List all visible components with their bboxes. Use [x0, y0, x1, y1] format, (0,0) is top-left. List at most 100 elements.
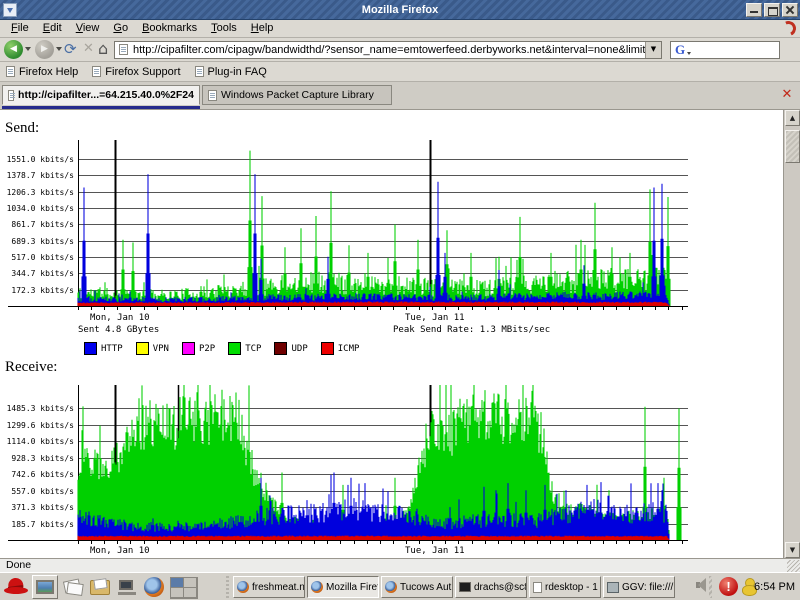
window-titlebar[interactable]: Mozilla Firefox	[0, 0, 800, 20]
y-axis-label: 185.7 kbits/s	[0, 519, 74, 530]
launcher-firefox[interactable]	[141, 575, 167, 599]
task-button-ggv[interactable]: GGV: file:///	[603, 576, 675, 598]
terminal-icon	[459, 582, 471, 592]
firefox-icon	[385, 581, 397, 593]
site-icon	[119, 44, 128, 55]
y-axis-label: 928.3 kbits/s	[0, 453, 74, 464]
home-button[interactable]: ⌂	[98, 39, 108, 58]
close-button[interactable]	[782, 3, 798, 17]
y-axis-label: 1206.3 kbits/s	[0, 187, 74, 198]
redhat-menu-button[interactable]	[4, 576, 28, 598]
url-bar[interactable]: http://cipafilter.com/cipagw/bandwidthd/…	[114, 41, 662, 59]
y-axis-label: 557.0 kbits/s	[0, 486, 74, 497]
url-dropdown-button[interactable]: ▼	[645, 42, 661, 58]
menu-help[interactable]: Help	[244, 20, 281, 37]
url-text[interactable]: http://cipafilter.com/cipagw/bandwidthd/…	[133, 43, 645, 58]
receive-heading: Receive:	[5, 359, 57, 376]
documents-icon	[64, 580, 82, 594]
y-axis-label: 1378.7 kbits/s	[0, 170, 74, 181]
forward-button[interactable]: ▶	[35, 40, 54, 59]
minimize-icon	[750, 11, 758, 13]
tcp-swatch	[228, 342, 241, 355]
scroll-up-button[interactable]: ▲	[785, 110, 800, 126]
forward-dropdown-icon[interactable]	[56, 47, 62, 54]
volume-icon[interactable]	[696, 582, 700, 588]
legend-item-icmp: ICMP	[321, 342, 360, 355]
resize-grip[interactable]	[787, 560, 800, 572]
task-button-mozilla-firefox[interactable]: Mozilla Firef	[307, 576, 379, 598]
y-axis-label: 742.6 kbits/s	[0, 469, 74, 480]
task-button-tucows[interactable]: Tucows Aut	[381, 576, 453, 598]
chart-annotation-day2: Tue, Jan 11	[405, 546, 465, 556]
alert-notification-icon[interactable]: !	[719, 577, 738, 596]
workspace-2[interactable]	[184, 578, 196, 587]
launcher-print-manager[interactable]	[60, 575, 86, 599]
menu-go[interactable]: Go	[106, 20, 135, 37]
y-axis-label: 861.7 kbits/s	[0, 219, 74, 230]
tab-cipafilter[interactable]: http://cipafilter...=64.215.40.0%2F24	[2, 85, 200, 105]
workspace-3[interactable]	[171, 588, 183, 597]
y-axis-label: 172.3 kbits/s	[0, 285, 74, 296]
firefox-throbber-icon	[779, 19, 798, 38]
y-axis-label: 689.3 kbits/s	[0, 236, 74, 247]
launcher-desktop-config[interactable]	[32, 575, 58, 599]
menu-bar: File Edit View Go Bookmarks Tools Help	[0, 20, 800, 38]
task-button-terminal[interactable]: drachs@sc8	[455, 576, 527, 598]
maximize-button[interactable]	[764, 3, 780, 17]
menu-tools[interactable]: Tools	[204, 20, 244, 37]
chart-annotation-day1: Mon, Jan 10	[90, 313, 150, 323]
tray-separator	[709, 576, 712, 598]
y-axis-label: 1034.0 kbits/s	[0, 203, 74, 214]
tab-close-button[interactable]: ✕	[779, 87, 795, 103]
p2p-swatch	[182, 342, 195, 355]
search-engine-dropdown-icon[interactable]	[687, 52, 691, 57]
firefox-icon	[311, 581, 323, 593]
workspace-1[interactable]	[171, 578, 183, 587]
firefox-icon	[237, 581, 249, 593]
search-input[interactable]: G	[670, 41, 780, 59]
workspace-pager[interactable]	[170, 577, 198, 599]
scroll-down-button[interactable]: ▼	[785, 542, 800, 558]
back-button[interactable]: ◀	[4, 40, 23, 59]
bookmark-firefox-help[interactable]: Firefox Help	[6, 66, 78, 78]
ggv-icon	[607, 582, 619, 593]
chart-annotation-day1: Mon, Jan 10	[90, 546, 150, 556]
vpn-swatch	[136, 342, 149, 355]
send-bandwidth-chart	[0, 140, 800, 312]
workspace-4[interactable]	[184, 588, 196, 597]
y-axis-label: 517.0 kbits/s	[0, 252, 74, 263]
launcher-email[interactable]	[87, 575, 113, 599]
taskbar: freshmeat.n Mozilla Firef Tucows Aut dra…	[0, 572, 800, 600]
window-title: Mozilla Firefox	[0, 0, 800, 20]
y-axis-label: 371.3 kbits/s	[0, 502, 74, 513]
google-icon: G	[675, 42, 685, 58]
menu-bookmarks[interactable]: Bookmarks	[135, 20, 204, 37]
minimize-button[interactable]	[746, 3, 762, 17]
stop-button[interactable]: ✕	[83, 41, 94, 56]
status-bar: Done	[0, 558, 800, 572]
reload-button[interactable]: ⟳	[64, 40, 77, 58]
chart-annotation-day2: Tue, Jan 11	[405, 313, 465, 323]
bookmark-plugin-faq[interactable]: Plug-in FAQ	[195, 66, 267, 78]
menu-view[interactable]: View	[69, 20, 107, 37]
bookmark-firefox-support[interactable]: Firefox Support	[92, 66, 180, 78]
icmp-swatch	[321, 342, 334, 355]
desktop-screen: Mozilla Firefox File Edit View Go Bookma…	[0, 0, 800, 600]
task-button-freshmeat[interactable]: freshmeat.n	[233, 576, 305, 598]
task-button-rdesktop[interactable]: rdesktop - 1	[529, 576, 601, 598]
menu-edit[interactable]: Edit	[36, 20, 69, 37]
tab-icon	[208, 90, 217, 101]
menu-file[interactable]: File	[4, 20, 36, 37]
mail-icon	[90, 580, 110, 595]
receive-bandwidth-chart	[0, 385, 800, 547]
y-axis-label: 344.7 kbits/s	[0, 268, 74, 279]
status-text: Done	[6, 559, 31, 571]
tab-winpcap[interactable]: Windows Packet Capture Library	[202, 85, 392, 105]
launcher-terminal[interactable]	[114, 575, 140, 599]
scrollbar-thumb[interactable]	[785, 130, 800, 163]
vertical-scrollbar[interactable]: ▲ ▼	[783, 110, 800, 558]
bookmark-icon	[6, 66, 15, 77]
chart-annotation-peak: Peak Send Rate: 1.3 MBits/sec	[393, 325, 550, 335]
maximize-icon	[768, 7, 778, 16]
back-dropdown-icon[interactable]	[25, 47, 31, 54]
